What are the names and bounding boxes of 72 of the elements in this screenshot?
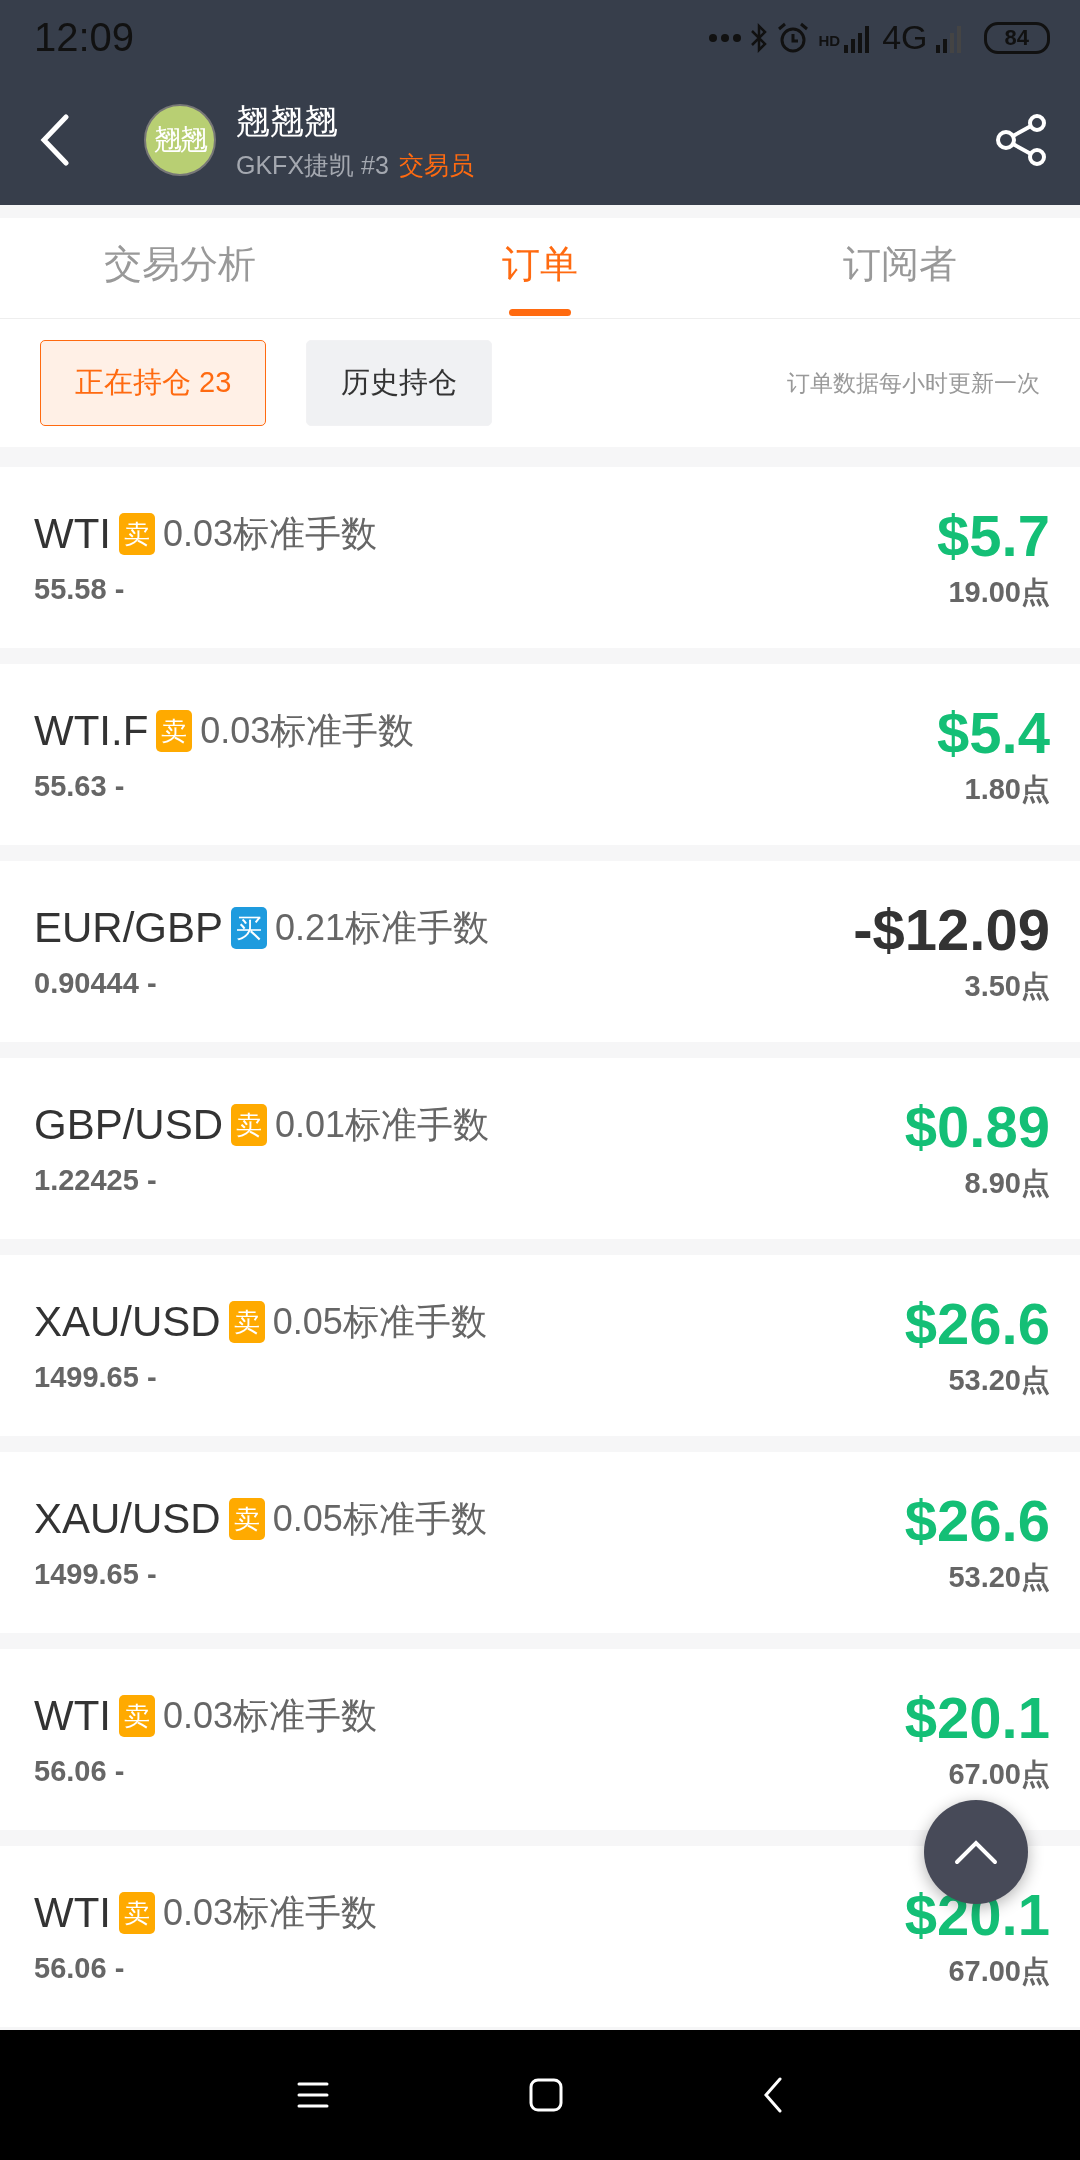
alarm-icon xyxy=(776,20,811,55)
order-points: 53.20点 xyxy=(948,1363,1050,1398)
order-price: 0.90444 - xyxy=(34,966,158,1000)
broker-label: GKFX捷凯 #3 xyxy=(236,149,389,181)
back-icon[interactable] xyxy=(40,114,70,166)
side-tag: 卖 xyxy=(156,710,193,752)
more-dots-icon xyxy=(708,32,743,43)
role-label: 交易员 xyxy=(398,149,474,181)
order-price: 1.22425 - xyxy=(34,1163,158,1197)
order-symbol: WTI xyxy=(34,1889,111,1937)
filter-button[interactable]: 历史持仓 xyxy=(306,340,493,426)
side-tag: 买 xyxy=(231,907,268,949)
order-lots: 0.05标准手数 xyxy=(272,1496,487,1541)
side-tag: 卖 xyxy=(118,513,155,555)
order-card[interactable]: XAU/USD 卖 0.05标准手数 1499.65 - $26.6 53.20点 xyxy=(0,1255,1080,1436)
side-tag: 卖 xyxy=(118,1695,155,1737)
network-label: 4G xyxy=(882,18,928,57)
order-card[interactable]: EUR/GBP 买 0.21标准手数 0.90444 - -$12.09 3.50点 xyxy=(0,861,1080,1042)
side-tag: 卖 xyxy=(228,1498,265,1540)
side-tag: 卖 xyxy=(118,1892,155,1934)
order-price: 1499.65 - xyxy=(34,1360,158,1394)
hd-label: HD xyxy=(818,32,841,49)
order-lots: 0.03标准手数 xyxy=(162,511,378,556)
order-card[interactable]: GBP/USD 卖 0.01标准手数 1.22425 - $0.89 8.90点 xyxy=(0,1058,1080,1239)
order-profit: $20.1 xyxy=(904,1684,1050,1751)
order-card[interactable]: WTI.F 卖 0.03标准手数 55.63 - $5.4 1.80点 xyxy=(0,664,1080,845)
order-card[interactable]: WTI 卖 0.03标准手数 55.58 - $5.7 19.00点 xyxy=(0,467,1080,648)
order-symbol: GBP/USD xyxy=(34,1101,224,1149)
avatar: 翘翘 xyxy=(144,104,216,176)
battery-indicator: 84 xyxy=(983,21,1050,54)
order-points: 3.50点 xyxy=(964,969,1050,1004)
order-symbol: WTI.F xyxy=(34,707,149,755)
menu-icon[interactable] xyxy=(297,2081,329,2109)
update-note: 订单数据每小时更新一次 xyxy=(787,368,1040,398)
order-card[interactable]: XAU/USD 卖 0.05标准手数 1499.65 - $26.6 53.20点 xyxy=(0,1452,1080,1633)
order-price: 55.58 - xyxy=(34,572,126,606)
bluetooth-icon xyxy=(750,21,769,54)
back-icon[interactable] xyxy=(763,2077,783,2113)
order-price: 56.06 - xyxy=(34,1754,126,1788)
order-symbol: WTI xyxy=(34,1692,111,1740)
order-price: 55.63 - xyxy=(34,769,126,803)
status-time: 12:09 xyxy=(34,15,135,60)
order-points: 67.00点 xyxy=(948,1954,1050,1989)
order-lots: 0.03标准手数 xyxy=(162,1693,378,1738)
order-symbol: WTI xyxy=(34,510,111,558)
order-symbol: XAU/USD xyxy=(34,1298,221,1346)
order-profit: $0.89 xyxy=(904,1093,1050,1160)
order-symbol: EUR/GBP xyxy=(34,904,224,952)
chevron-up-icon xyxy=(954,1839,998,1865)
order-points: 19.00点 xyxy=(948,575,1050,610)
order-card[interactable]: WTI 卖 0.03标准手数 56.06 - $20.1 67.00点 xyxy=(0,1649,1080,1830)
order-profit: $26.6 xyxy=(904,1290,1050,1357)
order-lots: 0.21标准手数 xyxy=(275,905,490,950)
order-lots: 0.05标准手数 xyxy=(272,1299,487,1344)
order-symbol: XAU/USD xyxy=(34,1495,221,1543)
order-profit: $26.6 xyxy=(904,1487,1050,1554)
order-profit: $5.4 xyxy=(937,699,1050,766)
order-points: 53.20点 xyxy=(948,1560,1050,1595)
trader-name: 翘翘翘 xyxy=(236,100,339,142)
order-profit: $5.7 xyxy=(937,502,1050,569)
order-profit: -$12.09 xyxy=(853,896,1050,963)
order-lots: 0.01标准手数 xyxy=(275,1102,490,1147)
side-tag: 卖 xyxy=(231,1104,268,1146)
order-points: 8.90点 xyxy=(964,1166,1050,1201)
order-price: 1499.65 - xyxy=(34,1557,158,1591)
order-price: 56.06 - xyxy=(34,1951,126,1985)
order-lots: 0.03标准手数 xyxy=(200,708,415,753)
order-points: 67.00点 xyxy=(948,1757,1050,1792)
home-icon[interactable] xyxy=(529,2078,563,2112)
side-tag: 卖 xyxy=(228,1301,265,1343)
order-points: 1.80点 xyxy=(964,772,1050,807)
order-lots: 0.03标准手数 xyxy=(162,1890,378,1935)
